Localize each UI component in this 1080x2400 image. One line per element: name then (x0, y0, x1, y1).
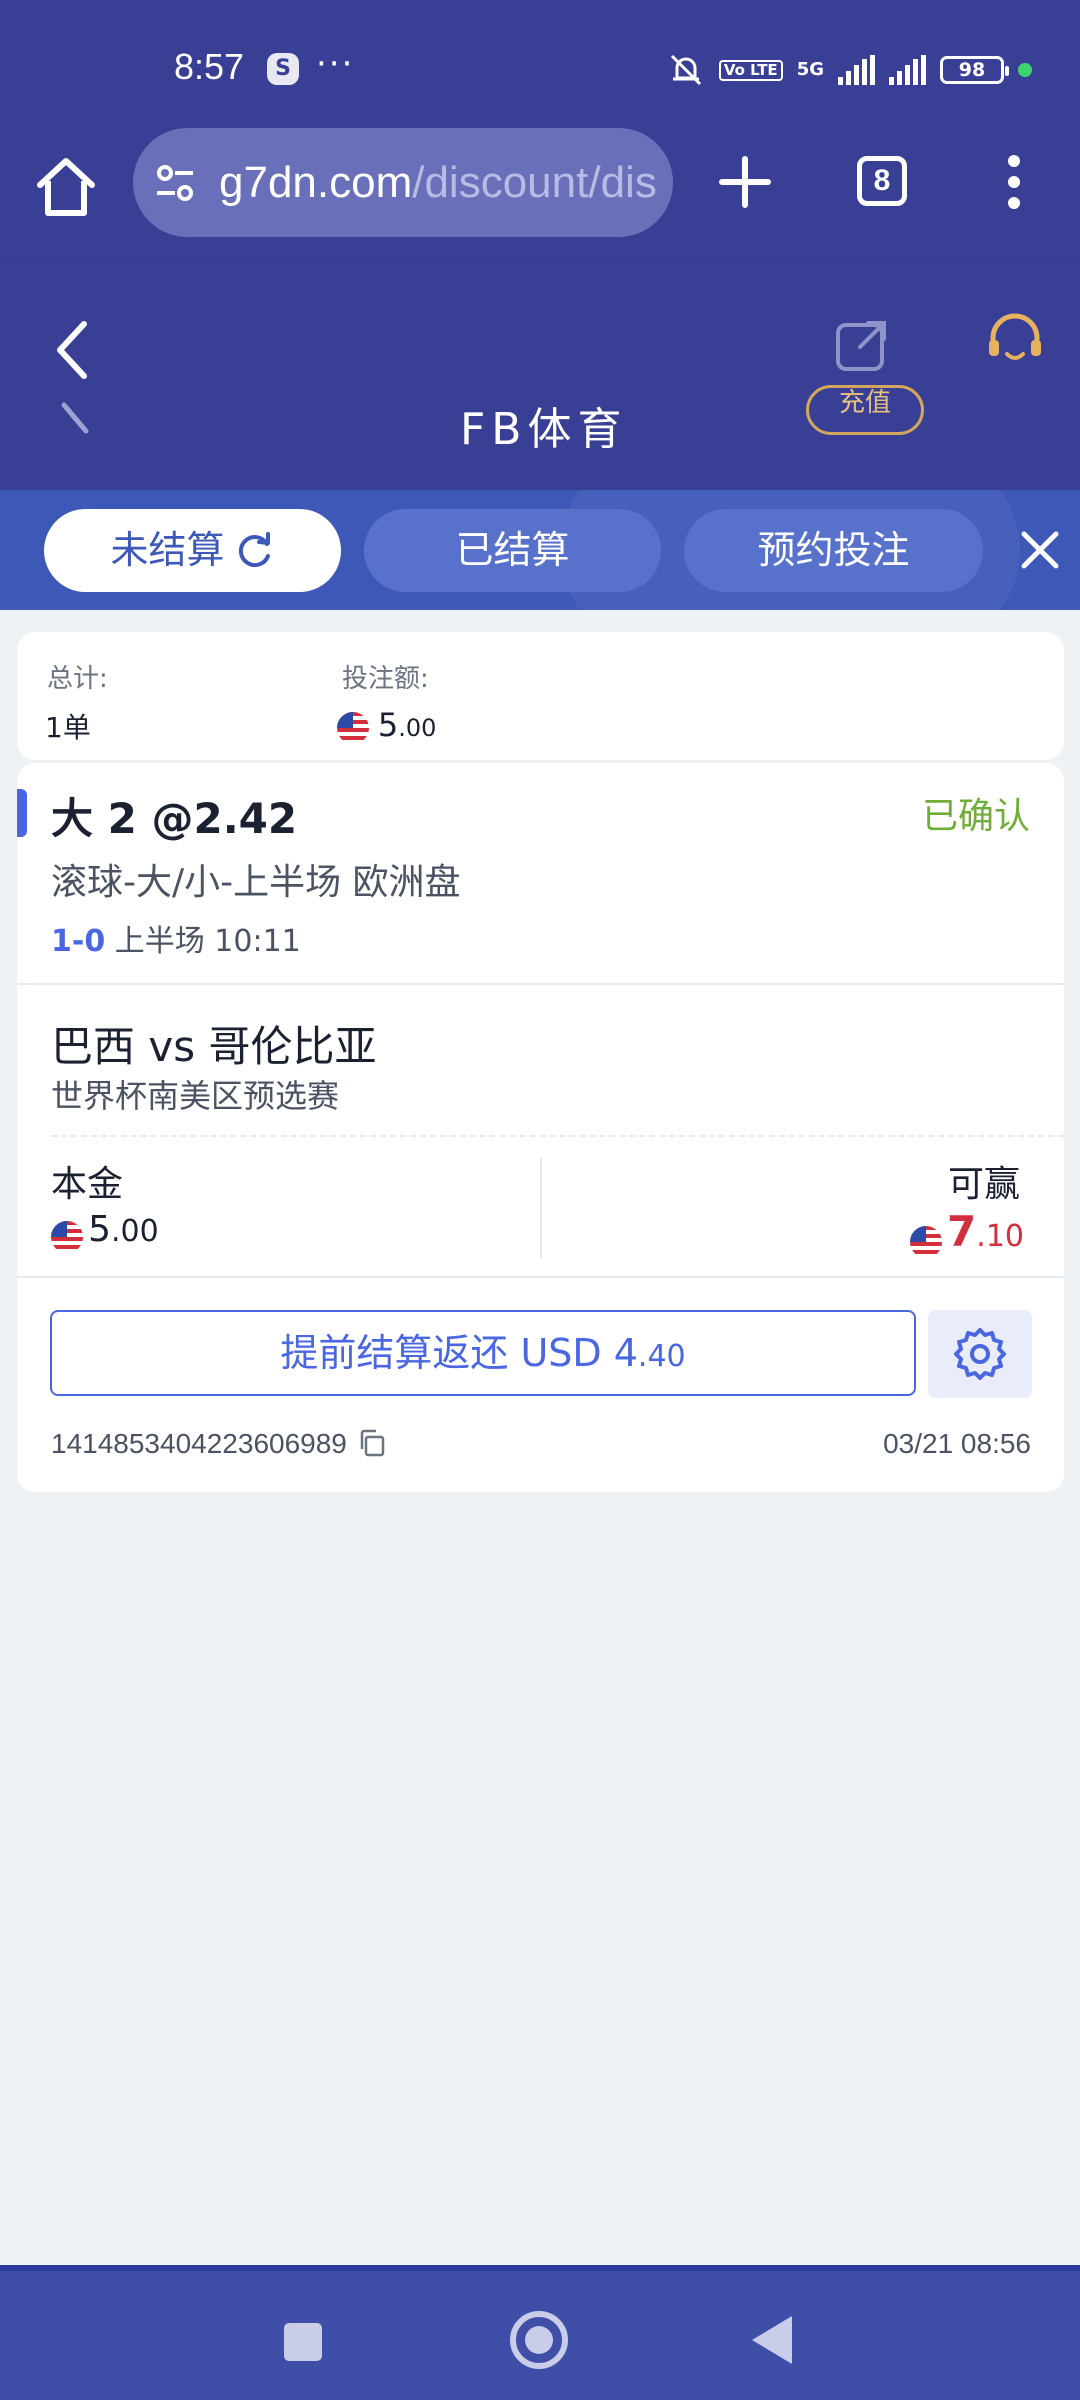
match-live-info: 1-0 上半场 10:11 (51, 916, 301, 960)
tab-settled[interactable]: 已结算 (364, 509, 661, 592)
column-separator (540, 1158, 542, 1258)
tab-reserved-bets[interactable]: 预约投注 (684, 509, 983, 592)
ticket-id-text: 1414853404223606989 (51, 1428, 347, 1459)
privacy-dot-icon (1018, 63, 1032, 77)
bet-card: 大 2 @2.42 已确认 滚球-大/小-上半场 欧洲盘 1-0 上半场 10:… (17, 763, 1064, 1492)
league-name: 世界杯南美区预选赛 (51, 1077, 340, 1115)
home-icon[interactable] (30, 151, 102, 223)
ghost-title: FB体育 (460, 404, 628, 455)
overflow-menu-icon[interactable] (992, 147, 1036, 217)
total-value: 1单 (45, 711, 91, 744)
cash-out-button[interactable]: 提前结算返还 USD 4.40 (50, 1310, 916, 1396)
stake-total-int: 5 (377, 706, 399, 744)
match-name: 巴西 vs 哥伦比亚 (51, 1022, 377, 1071)
signal-icon-2 (889, 55, 926, 85)
gear-icon (954, 1328, 1006, 1380)
divider (17, 983, 1064, 985)
close-icon[interactable] (1016, 526, 1064, 574)
nav-back-icon[interactable] (752, 2316, 792, 2364)
system-nav-bar (0, 2265, 1080, 2400)
customer-service-icon[interactable] (983, 310, 1047, 374)
bet-status-badge: 已确认 (921, 796, 1030, 837)
back-icon[interactable] (40, 310, 110, 390)
cash-out-settings-button[interactable] (928, 1310, 1032, 1398)
tab-switcher-button[interactable]: 8 (857, 156, 907, 206)
potential-win-value: 7.10 (909, 1207, 1024, 1258)
dashed-divider (51, 1135, 1064, 1137)
tab-unsettled[interactable]: 未结算 (44, 509, 341, 592)
s-app-icon: S (267, 53, 299, 85)
us-flag-icon (909, 1225, 942, 1258)
cash-out-decimals: .40 (637, 1339, 686, 1374)
stake-total-label: 投注额: (342, 664, 429, 694)
status-bar: 8:57 S ··· Vo LTE 5G 98 (0, 0, 1080, 125)
volte-icon: Vo LTE (718, 59, 783, 81)
bet-summary: 总计: 1单 投注额: 5.00 (17, 632, 1064, 760)
bet-accent-bar (17, 789, 27, 837)
bet-pick: 大 2 @2.42 (51, 794, 298, 843)
stake-dec: .00 (111, 1214, 159, 1249)
stake-label: 本金 (51, 1164, 124, 1205)
refresh-icon[interactable] (235, 530, 275, 570)
stake-total-dec: .00 (398, 714, 437, 742)
url-host: g7dn.com (219, 158, 413, 207)
mute-bell-icon (670, 54, 701, 86)
match-period: 上半场 10:11 (114, 924, 301, 959)
browser-toolbar: g7dn.com/discount/dis 8 (0, 125, 1080, 260)
home-circle-icon[interactable] (510, 2311, 568, 2369)
recent-apps-icon[interactable] (284, 2323, 322, 2361)
copy-icon[interactable] (357, 1428, 387, 1458)
content-panel: 总计: 1单 投注额: 5.00 大 2 @2.42 已确认 滚球-大/小-上半… (0, 610, 1080, 2265)
open-external-icon[interactable] (832, 315, 892, 375)
url-bar[interactable]: g7dn.com/discount/dis (133, 128, 673, 237)
scrolled-header-ghost: FB体育 充值 (0, 385, 1080, 490)
url-text[interactable]: g7dn.com/discount/dis (219, 158, 659, 208)
ghost-deposit-button: 充值 (806, 385, 924, 435)
url-path: /discount/dis (412, 158, 657, 207)
status-icons: Vo LTE 5G 98 (667, 50, 1032, 90)
new-tab-icon[interactable] (710, 147, 780, 217)
battery-icon: 98 (940, 56, 1009, 84)
cash-out-label: 提前结算返还 USD 4 (280, 1331, 638, 1375)
ticket-id: 1414853404223606989 (51, 1428, 387, 1460)
site-settings-icon[interactable] (153, 161, 197, 205)
win-dec: .10 (976, 1219, 1024, 1254)
us-flag-icon (337, 712, 369, 744)
signal-icon (838, 55, 875, 85)
total-label: 总计: (47, 664, 108, 694)
network-type-icon: 5G (796, 59, 824, 80)
win-int: 7 (947, 1207, 977, 1256)
ticket-timestamp: 03/21 08:56 (883, 1428, 1031, 1459)
bet-tabs: 未结算 已结算 预约投注 (0, 490, 1080, 610)
us-flag-icon (51, 1220, 83, 1253)
ghost-back-icon (61, 402, 89, 434)
potential-win-label: 可赢 (947, 1164, 1020, 1205)
divider (17, 1276, 1064, 1278)
stake-total-value: 5.00 (337, 706, 436, 744)
stake-int: 5 (88, 1209, 111, 1250)
stake-value: 5.00 (51, 1209, 159, 1253)
tab-unsettled-label: 未结算 (110, 528, 225, 572)
app-header: FB体育 充值 (0, 260, 1080, 490)
status-time: 8:57 (174, 46, 245, 87)
live-score: 1-0 (51, 924, 106, 959)
bet-market: 滚球-大/小-上半场 欧洲盘 (51, 862, 461, 903)
more-notifications-icon: ··· (316, 44, 355, 84)
